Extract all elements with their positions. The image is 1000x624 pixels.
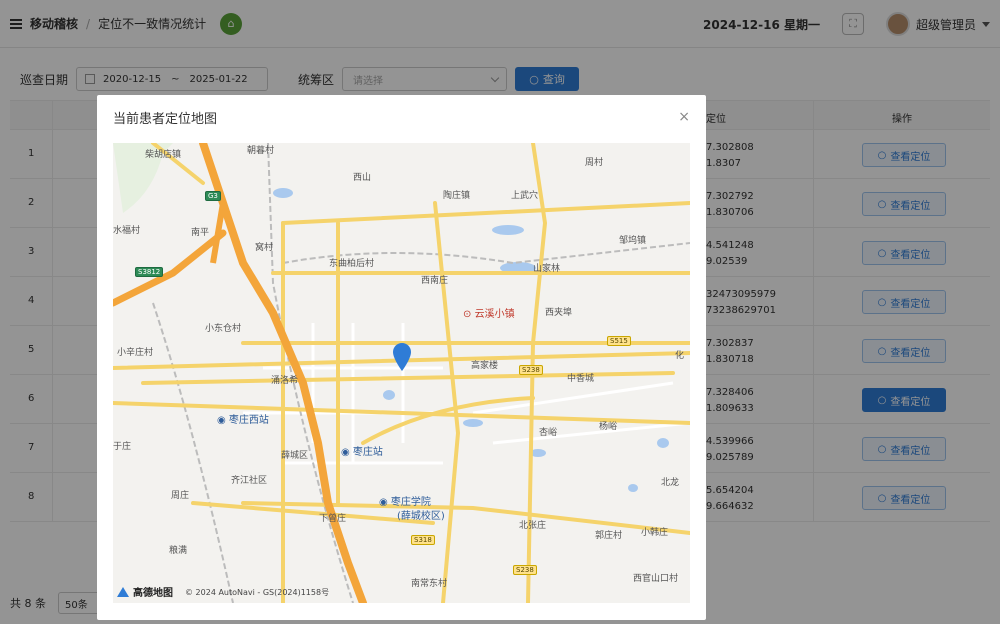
brand-name: 高德地图: [133, 588, 173, 599]
modal-title: 当前患者定位地图: [113, 112, 218, 127]
map-label: 西官山口村: [633, 574, 679, 584]
location-pin-icon[interactable]: [393, 343, 411, 371]
map-label: 南平: [191, 228, 210, 238]
map-brand: 高德地图: [117, 584, 173, 599]
station-name: 枣庄站: [352, 447, 383, 458]
map-label: 小韩庄: [641, 528, 669, 538]
map-label: 柴胡店镇: [145, 150, 182, 160]
close-icon[interactable]: ×: [678, 109, 690, 125]
poi-name-line2: (薛城校区): [397, 511, 445, 522]
map-label: 齐江社区: [231, 476, 268, 486]
map-label: 邹坞镇: [619, 236, 647, 246]
map-label: 窝村: [255, 243, 274, 253]
map-label: 薛城区: [281, 451, 309, 461]
poi-label: ⊙ 云溪小镇: [463, 305, 515, 320]
station-name: 枣庄西站: [228, 415, 269, 426]
map-label: 西南庄: [421, 276, 449, 286]
map-label: 化: [675, 351, 685, 361]
road-tag: S238: [519, 365, 543, 375]
road-tag: S318: [411, 535, 435, 545]
map-modal: 当前患者定位地图 × 柴胡店镇 西山 陶庄镇 上武穴 周村 南平 窝村 东曲柏后…: [97, 95, 706, 620]
road-tag: S238: [513, 565, 537, 575]
road-tag: G3: [205, 191, 221, 201]
station-label: ◉ 枣庄西站: [217, 411, 269, 426]
road-tag: S3812: [135, 267, 164, 277]
map-label: 南常东村: [411, 579, 448, 589]
map-label: 小东仓村: [205, 324, 242, 334]
map-label: 高家楼: [471, 361, 499, 371]
map-label: 西山: [353, 173, 372, 183]
map-pin-icon: ⊙: [463, 309, 472, 320]
map-label: 陶庄镇: [443, 191, 471, 201]
map-label: 水福村: [113, 226, 141, 236]
map-label: 涌洛希: [271, 376, 299, 386]
location-map[interactable]: 柴胡店镇 西山 陶庄镇 上武穴 周村 南平 窝村 东曲柏后村 西南庄 山家林 邹…: [113, 143, 690, 603]
map-label: 下曾庄: [319, 514, 347, 524]
station-label: ◉ 枣庄站: [341, 443, 383, 458]
map-label: 东曲柏后村: [329, 259, 375, 269]
map-label: 粮满: [169, 546, 188, 556]
map-label: 北龙: [661, 478, 680, 488]
map-label: 山家林: [533, 264, 561, 274]
poi-name: 云溪小镇: [474, 309, 515, 320]
map-label: 上武穴: [511, 191, 539, 201]
map-label: 周村: [585, 158, 604, 168]
map-label: 杏峪: [539, 428, 558, 438]
station-icon: ◉: [341, 447, 350, 458]
map-label: 北张庄: [519, 521, 547, 531]
road-tag: S515: [607, 336, 631, 346]
map-label: 中香城: [567, 374, 595, 384]
map-copyright: © 2024 AutoNavi - GS(2024)1158号: [185, 588, 330, 597]
amap-logo-icon: [117, 586, 129, 597]
map-label: 于庄: [113, 442, 132, 452]
station-icon: ◉: [217, 415, 226, 426]
map-label: 郭庄村: [595, 531, 623, 541]
map-label: 朝暮村: [247, 146, 275, 156]
poi-label: ◉ 枣庄学院: [379, 493, 431, 508]
map-label: 西夹埠: [545, 308, 573, 318]
map-label: 小辛庄村: [117, 348, 154, 358]
map-label: 周庄: [171, 491, 190, 501]
map-pin-icon: ◉: [379, 497, 388, 508]
map-label: 杨峪: [599, 422, 618, 432]
